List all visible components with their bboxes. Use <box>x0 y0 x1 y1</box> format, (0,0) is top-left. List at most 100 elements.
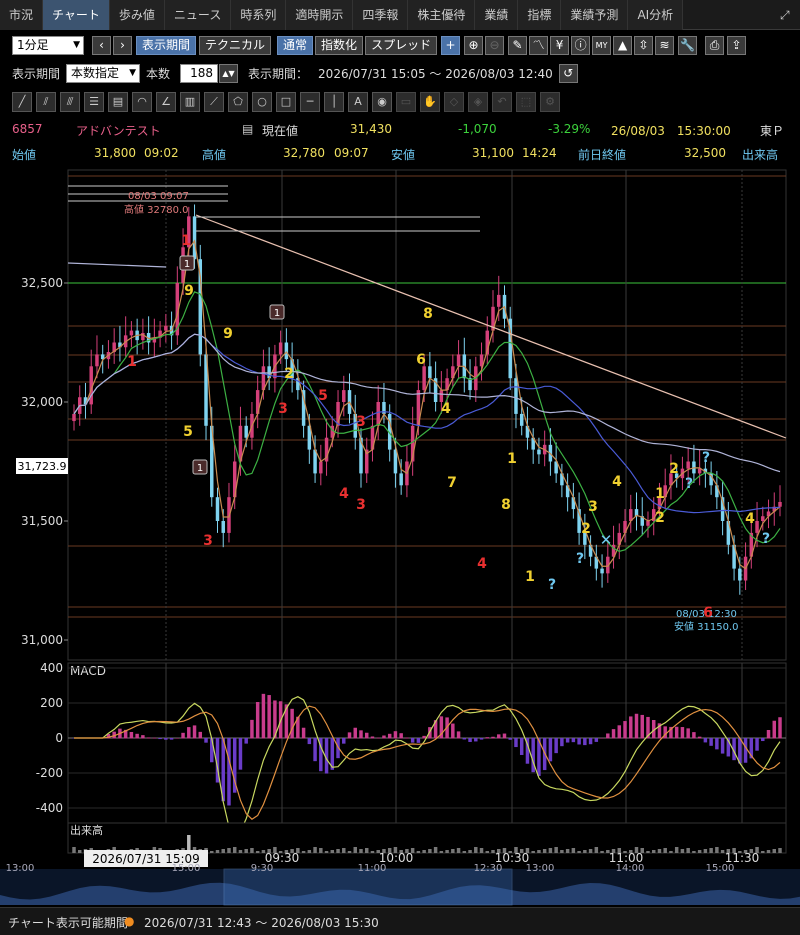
candle <box>519 413 524 426</box>
spread-button[interactable]: スプレッド <box>365 35 438 55</box>
zoom-out-icon[interactable]: ⊖ <box>485 35 505 55</box>
volume-bar <box>761 851 765 853</box>
my-icon[interactable]: MY <box>592 35 612 55</box>
select-icon[interactable]: ⬚ <box>516 92 536 112</box>
interval-select[interactable]: 1分足 ▼ <box>12 35 84 55</box>
volume-bar <box>485 851 490 853</box>
count-input[interactable]: 188 <box>180 63 219 83</box>
next-button[interactable]: › <box>113 35 132 55</box>
pattern-marker: 3 <box>203 533 213 549</box>
macd-histogram-bar <box>709 738 713 746</box>
pattern-marker: 5 <box>318 388 328 404</box>
print-icon[interactable]: ⎙ <box>705 35 725 55</box>
footer-range: 2026/07/31 12:43 ～ 2026/08/03 15:30 <box>144 916 379 930</box>
macd-histogram-bar <box>187 727 191 739</box>
yen-icon[interactable]: ¥ <box>550 35 570 55</box>
volume-label: 出来高 <box>742 148 779 162</box>
popout-icon[interactable]: ⇪ <box>727 35 747 55</box>
grid-icon[interactable]: ▥ <box>180 92 200 112</box>
fan-icon[interactable]: ∠ <box>156 92 176 112</box>
area-chart-icon[interactable]: ▲ <box>613 35 633 55</box>
volume-bar <box>359 849 363 853</box>
candle <box>755 521 759 533</box>
overview-time-label: 15:00 <box>172 863 201 874</box>
tab-3[interactable]: ニュース <box>164 0 232 30</box>
vline-icon[interactable]: │ <box>324 92 344 112</box>
pentagon-icon[interactable]: ⬠ <box>228 92 248 112</box>
ray-icon[interactable]: ⟋ <box>204 92 224 112</box>
macd-histogram-bar <box>141 735 145 739</box>
tab-9[interactable]: 指標 <box>518 0 562 30</box>
volume-bar <box>370 851 375 853</box>
technical-button[interactable]: テクニカル <box>199 35 272 55</box>
line-icon[interactable]: ╱ <box>12 92 32 112</box>
channel-icon[interactable]: ⫻ <box>60 92 80 112</box>
eraser-all-icon[interactable]: ◈ <box>468 92 488 112</box>
macd-histogram-bar <box>146 737 151 739</box>
index-button[interactable]: 指数化 <box>315 35 364 55</box>
tab-5[interactable]: 適時開示 <box>286 0 354 30</box>
macd-histogram-bar <box>514 738 518 748</box>
arc-icon[interactable]: ◠ <box>132 92 152 112</box>
pattern-marker: 1 <box>525 569 535 585</box>
volume-bar <box>531 851 535 853</box>
pen-icon[interactable]: ✎ <box>508 35 528 55</box>
macd-axis-label: 400 <box>40 661 63 675</box>
hline-icon[interactable]: ─ <box>300 92 320 112</box>
price-axis-label: 32,000 <box>21 395 63 409</box>
info-icon[interactable]: ⓘ <box>571 35 591 55</box>
macd-histogram-bar <box>663 726 667 739</box>
signal-icon[interactable]: ≋ <box>655 35 675 55</box>
question-marker: ? <box>548 577 556 593</box>
count-stepper[interactable]: ▲▼ <box>219 63 239 83</box>
macd-histogram-bar <box>164 738 168 740</box>
wave-icon[interactable]: 〽 <box>529 35 549 55</box>
tab-4[interactable]: 時系列 <box>231 0 287 30</box>
volume-bar <box>651 850 656 853</box>
rect-icon[interactable]: □ <box>276 92 296 112</box>
pattern-marker: 3 <box>356 414 366 430</box>
price-chart[interactable]: 32,500 32,000 31,500 31,000 31,723.9 08/03 09… <box>0 165 800 907</box>
text-icon[interactable]: A <box>348 92 368 112</box>
circle-icon[interactable]: ○ <box>252 92 272 112</box>
prev-button[interactable]: ‹ <box>92 35 111 55</box>
fib-icon[interactable]: ▤ <box>108 92 128 112</box>
tab-8[interactable]: 業績 <box>475 0 519 30</box>
tab-7[interactable]: 株主優待 <box>408 0 476 30</box>
tab-11[interactable]: AI分析 <box>628 0 684 30</box>
macd-histogram-bar <box>192 725 197 739</box>
parallel-icon[interactable]: ⫽ <box>36 92 56 112</box>
wrench-icon[interactable]: 🔧 <box>678 35 698 55</box>
macd-histogram-bar <box>410 738 415 743</box>
eraser-icon[interactable]: ◇ <box>444 92 464 112</box>
tab-2[interactable]: 歩み値 <box>109 0 165 30</box>
tab-10[interactable]: 業績予測 <box>561 0 629 30</box>
tab-6[interactable]: 四季報 <box>353 0 409 30</box>
settings-icon[interactable]: ⚙ <box>540 92 560 112</box>
tab-1[interactable]: チャート <box>43 0 110 30</box>
candle <box>342 390 346 402</box>
candle <box>215 497 220 521</box>
icon-stamp-icon[interactable]: ◉ <box>372 92 392 112</box>
crosshair-icon[interactable]: + <box>441 35 461 55</box>
list-icon[interactable]: ▤ <box>242 122 253 136</box>
macd-histogram-bar <box>588 738 593 745</box>
period-mode-select[interactable]: 本数指定 ▼ <box>66 63 141 83</box>
reset-icon[interactable]: ↺ <box>558 63 578 83</box>
undo-icon[interactable]: ↶ <box>492 92 512 112</box>
pattern-marker: 3 <box>278 401 288 417</box>
period-button[interactable]: 表示期間 <box>136 35 197 55</box>
auto-icon[interactable]: ⇳ <box>634 35 654 55</box>
boxed-marker-text: 1 <box>184 259 190 270</box>
price-axis-label: 31,500 <box>21 514 63 528</box>
box-icon[interactable]: ▭ <box>396 92 416 112</box>
hlines-icon[interactable]: ☰ <box>84 92 104 112</box>
ohlc-row: 始値 31,800 09:02 高値 32,780 09:07 安値 31,10… <box>0 144 800 162</box>
expand-icon[interactable]: ⤢ <box>780 8 794 22</box>
volume-bar <box>250 848 254 853</box>
tab-0[interactable]: 市況 <box>0 0 44 30</box>
normal-button[interactable]: 通常 <box>277 35 314 55</box>
hand-icon[interactable]: ✋ <box>420 92 440 112</box>
zoom-in-icon[interactable]: ⊕ <box>464 35 484 55</box>
volume-bar <box>307 850 312 853</box>
